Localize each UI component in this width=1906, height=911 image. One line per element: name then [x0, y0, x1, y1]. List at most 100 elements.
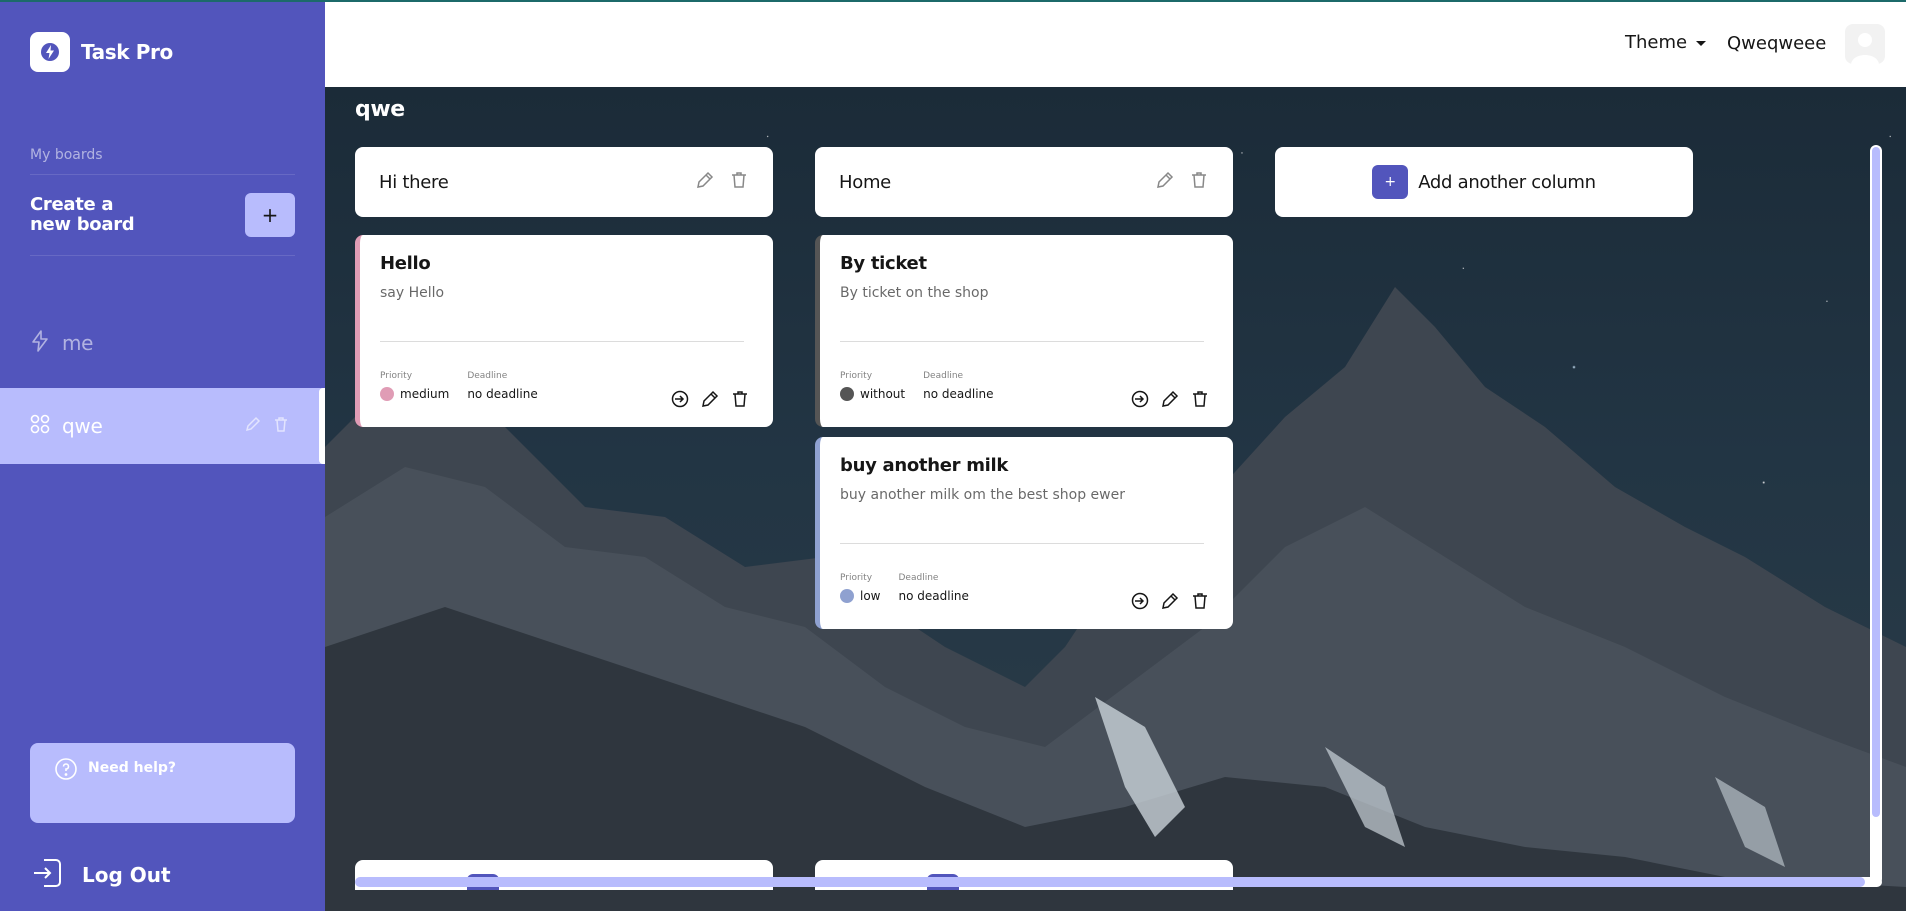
help-circle-icon	[54, 757, 78, 785]
move-card-icon[interactable]	[1131, 390, 1149, 412]
delete-card-icon[interactable]	[1191, 592, 1209, 614]
horizontal-scrollbar[interactable]	[355, 877, 1882, 887]
theme-label: Theme	[1625, 32, 1688, 53]
card-description: By ticket on the shop	[840, 285, 989, 301]
avatar[interactable]	[1845, 24, 1885, 64]
sidebar-board-me[interactable]: me	[0, 305, 325, 381]
card-title: Hello	[380, 253, 431, 274]
need-help-label: Need help?	[88, 760, 177, 776]
priority-dot	[840, 589, 854, 603]
delete-board-icon[interactable]	[272, 415, 290, 437]
vertical-scroll-thumb[interactable]	[1872, 147, 1880, 817]
move-card-icon[interactable]	[1131, 592, 1149, 614]
priority-value-row: medium	[380, 387, 449, 401]
vertical-scrollbar[interactable]	[1870, 145, 1882, 885]
board-name-qwe: qwe	[62, 414, 103, 438]
card-description: say Hello	[380, 285, 445, 301]
board-actions	[244, 415, 290, 437]
column-actions	[695, 170, 749, 194]
move-card-icon[interactable]	[671, 390, 689, 412]
edit-card-icon[interactable]	[1161, 592, 1179, 614]
card-meta: Priority low Deadline no deadline	[840, 573, 969, 603]
edit-card-icon[interactable]	[1161, 390, 1179, 412]
deadline-value: no deadline	[467, 387, 538, 401]
app-logo[interactable]: Task Pro	[30, 32, 173, 72]
priority-dot	[840, 387, 854, 401]
sidebar-board-qwe[interactable]: qwe	[0, 388, 325, 464]
chevron-down-icon	[1695, 32, 1707, 53]
delete-column-icon[interactable]	[1189, 170, 1209, 194]
priority-value-row: low	[840, 589, 881, 603]
deadline-value: no deadline	[898, 589, 969, 603]
priority-block: Priority low	[840, 573, 881, 603]
logout-icon	[30, 855, 66, 895]
deadline-block: Deadline no deadline	[899, 573, 969, 603]
create-board-label: Create a new board	[30, 194, 135, 235]
card-meta: Priority medium Deadline no deadline	[380, 371, 538, 401]
lightning-icon	[30, 330, 50, 356]
deadline-label: Deadline	[923, 371, 964, 381]
task-card[interactable]: By ticket By ticket on the shop Priority…	[815, 235, 1233, 427]
delete-column-icon[interactable]	[729, 170, 749, 194]
logout-button[interactable]: Log Out	[30, 855, 171, 895]
card-description: buy another milk om the best shop ewer	[840, 487, 1125, 503]
task-card[interactable]: buy another milk buy another milk om the…	[815, 437, 1233, 629]
deadline-label: Deadline	[898, 573, 939, 583]
column-header-hi-there: Hi there	[355, 147, 773, 217]
board-name-me: me	[62, 331, 94, 355]
delete-card-icon[interactable]	[731, 390, 749, 412]
add-column-label: Add another column	[1418, 171, 1596, 193]
edit-card-icon[interactable]	[701, 390, 719, 412]
app-name: Task Pro	[81, 40, 173, 64]
horizontal-scroll-thumb[interactable]	[355, 877, 1865, 887]
board-area: qwe Hi there Hello say Hello Priority me…	[325, 87, 1906, 911]
card-title: By ticket	[840, 253, 927, 274]
task-card[interactable]: Hello say Hello Priority medium Deadline…	[355, 235, 773, 427]
logout-label: Log Out	[82, 863, 171, 887]
create-board-button[interactable]: +	[245, 193, 295, 237]
column-title: Hi there	[379, 171, 449, 193]
priority-value: medium	[400, 387, 450, 401]
priority-dot	[380, 387, 394, 401]
card-title: buy another milk	[840, 455, 1009, 476]
need-help-panel[interactable]: Need help?	[30, 743, 295, 823]
create-board-row: Create a new board +	[30, 174, 295, 256]
delete-card-icon[interactable]	[1191, 390, 1209, 412]
card-actions	[671, 390, 749, 412]
priority-label: Priority	[380, 371, 413, 381]
card-actions	[1131, 390, 1209, 412]
top-accent-line	[0, 0, 1906, 2]
column-actions	[1155, 170, 1209, 194]
lightning-logo-icon	[30, 32, 70, 72]
priority-label: Priority	[840, 371, 873, 381]
edit-board-icon[interactable]	[244, 415, 262, 437]
card-divider	[840, 543, 1204, 544]
deadline-block: Deadline no deadline	[467, 371, 537, 401]
theme-dropdown[interactable]: Theme	[1625, 32, 1707, 53]
deadline-label: Deadline	[467, 371, 508, 381]
column-header-home: Home	[815, 147, 1233, 217]
card-actions	[1131, 592, 1209, 614]
board-title: qwe	[355, 97, 405, 122]
edit-column-icon[interactable]	[695, 170, 715, 194]
add-column-button[interactable]: + Add another column	[1275, 147, 1693, 217]
priority-label: Priority	[840, 573, 873, 583]
deadline-value: no deadline	[923, 387, 994, 401]
priority-block: Priority without	[840, 371, 905, 401]
column-title: Home	[839, 171, 891, 193]
username: Qweqweee	[1727, 33, 1827, 54]
sidebar: Task Pro My boards Create a new board + …	[0, 0, 325, 911]
priority-value: low	[860, 589, 881, 603]
deadline-block: Deadline no deadline	[923, 371, 993, 401]
card-divider	[380, 341, 744, 342]
my-boards-label: My boards	[30, 147, 103, 163]
priority-value-row: without	[840, 387, 905, 401]
top-header: Theme Qweqweee	[325, 0, 1906, 87]
card-divider	[840, 341, 1204, 342]
priority-value: without	[860, 387, 906, 401]
card-meta: Priority without Deadline no deadline	[840, 371, 994, 401]
plus-icon: +	[1372, 165, 1409, 199]
grid-icon	[30, 414, 50, 438]
edit-column-icon[interactable]	[1155, 170, 1175, 194]
priority-block: Priority medium	[380, 371, 449, 401]
